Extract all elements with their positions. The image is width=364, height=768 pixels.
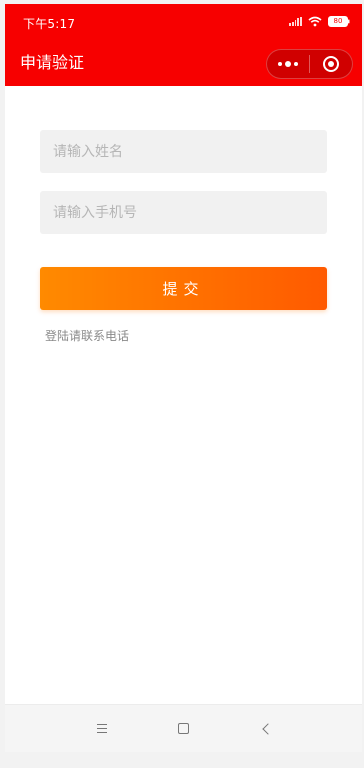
system-nav-bar [5,704,362,752]
status-icons: 80 [289,16,350,27]
back-button[interactable] [254,717,278,741]
phone-input[interactable] [40,191,327,234]
redacted-area-left [5,334,35,346]
battery-level: 80 [333,17,343,25]
battery-icon: 80 [328,16,350,27]
home-button[interactable] [172,717,196,741]
target-icon [323,56,339,72]
wifi-icon [308,16,322,27]
submit-button[interactable]: 提交 [40,267,327,310]
recent-apps-button[interactable] [90,717,114,741]
name-input[interactable] [40,130,327,173]
close-mini-program-button[interactable] [310,50,352,78]
nav-bar: 申请验证 [5,42,362,86]
app-screen: 下午5:17 80 申请验证 请输入姓名 请输入手机号 提交 登陆请联系电话 [5,4,362,752]
redacted-area [133,320,243,342]
menu-icon [96,724,107,733]
status-bar: 下午5:17 80 [5,4,362,42]
page-title: 申请验证 [20,53,85,72]
mini-program-capsule [266,49,353,79]
home-icon [178,723,189,734]
contact-hint: 登陆请联系电话 [45,329,130,342]
signal-icon [289,17,302,26]
status-time: 下午5:17 [23,17,76,31]
more-button[interactable] [267,50,309,78]
back-icon [261,722,274,735]
more-icon [278,61,298,67]
